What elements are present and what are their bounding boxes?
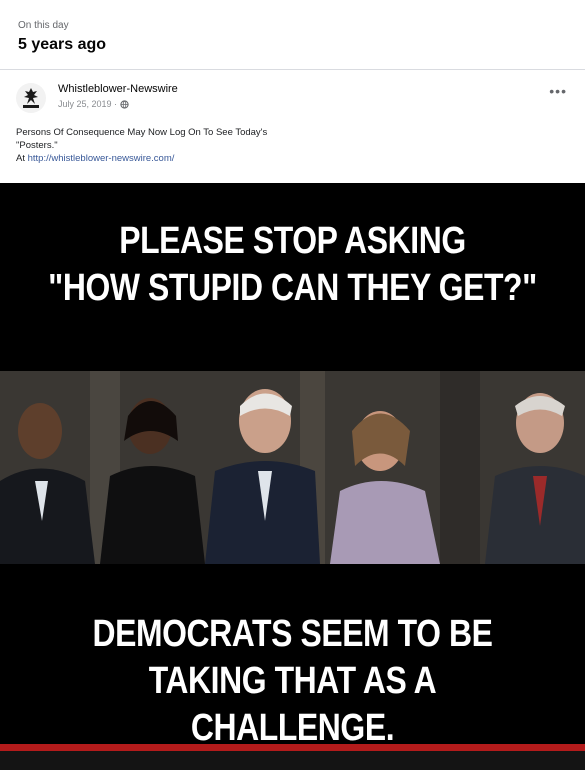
meme-bottom-text: DEMOCRATS SEEM TO BE TAKING THAT AS A CH… bbox=[47, 611, 538, 752]
post-date[interactable]: July 25, 2019 · bbox=[58, 99, 117, 109]
meme-top-text: PLEASE STOP ASKING "HOW STUPID CAN THEY … bbox=[47, 218, 538, 312]
bottom-stripe bbox=[0, 751, 585, 770]
more-options-icon[interactable]: ••• bbox=[549, 84, 567, 98]
memory-label: On this day bbox=[18, 20, 69, 31]
globe-icon bbox=[120, 99, 129, 109]
post-author[interactable]: Whistleblower-Newswire bbox=[58, 83, 178, 95]
meme-image[interactable]: PLEASE STOP ASKING "HOW STUPID CAN THEY … bbox=[0, 183, 585, 770]
meme-top-line2: "HOW STUPID CAN THEY GET?" bbox=[48, 267, 537, 309]
memory-time-ago: 5 years ago bbox=[18, 36, 107, 53]
post-header: Whistleblower-Newswire July 25, 2019 · •… bbox=[0, 71, 585, 183]
post-link-line: At http://whistleblower-newswire.com/ bbox=[16, 152, 436, 165]
memory-header: On this day 5 years ago bbox=[0, 0, 585, 70]
group-photo bbox=[0, 371, 585, 564]
link-prefix: At bbox=[16, 153, 28, 164]
post-text-line2: "Posters." bbox=[16, 140, 58, 151]
meme-bottom-line1: DEMOCRATS SEEM TO BE bbox=[92, 613, 493, 655]
meme-top-line1: PLEASE STOP ASKING bbox=[119, 220, 466, 262]
eagle-logo-icon[interactable] bbox=[16, 83, 46, 113]
post-text: Persons Of Consequence May Now Log On To… bbox=[16, 126, 436, 165]
post-link[interactable]: http://whistleblower-newswire.com/ bbox=[28, 153, 175, 164]
red-stripe bbox=[0, 744, 585, 751]
post-meta: July 25, 2019 · bbox=[58, 99, 129, 109]
post-text-line1: Persons Of Consequence May Now Log On To… bbox=[16, 127, 268, 138]
meme-bottom-line2: TAKING THAT AS A CHALLENGE. bbox=[148, 660, 437, 749]
